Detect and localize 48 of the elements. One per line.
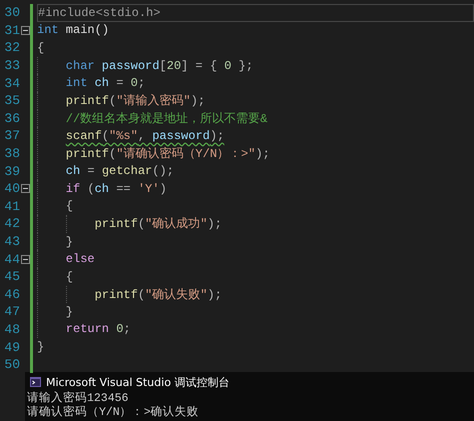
- line-number: 32: [3, 40, 20, 56]
- line-number: 50: [3, 357, 20, 372]
- line-number: 43: [3, 234, 20, 250]
- code-line: printf("确认成功");: [94, 216, 222, 232]
- code-line: }: [66, 304, 73, 319]
- line-number: 39: [3, 164, 20, 179]
- code-line: ch = getchar();: [66, 164, 174, 178]
- line-number: 44: [3, 252, 20, 267]
- code-line: printf("确认失败");: [94, 286, 222, 303]
- line-number: 35: [3, 93, 20, 108]
- line-number: 33: [3, 58, 20, 74]
- collapse-icon[interactable]: [20, 26, 30, 35]
- code-line: printf("请输入密码");: [66, 93, 206, 110]
- line-number: 37: [3, 128, 20, 144]
- code-line: int ch = 0;: [66, 76, 146, 90]
- code-line: else: [66, 252, 95, 266]
- code-line: scanf("%s", password);: [66, 128, 224, 143]
- console-title: Microsoft Visual Studio 调试控制台: [46, 374, 230, 390]
- code-line: {: [66, 199, 73, 214]
- code-line: {: [66, 270, 73, 284]
- line-number: 49: [3, 340, 20, 355]
- code-line: {: [37, 40, 44, 55]
- line-number: 41: [3, 198, 20, 214]
- code-line: #include<stdio.h>: [38, 6, 160, 20]
- line-number: 34: [3, 76, 20, 91]
- line-number: 30: [3, 5, 20, 20]
- line-number: 48: [3, 322, 20, 337]
- console-output-line: 请输入密码123456: [27, 392, 128, 405]
- line-number: 46: [3, 286, 20, 302]
- code-line: }: [66, 234, 73, 249]
- line-number: 40: [3, 181, 20, 196]
- code-line: printf("请确认密码（Y/N）：>");: [66, 146, 270, 162]
- collapse-icon[interactable]: [20, 184, 30, 194]
- line-number: 36: [3, 110, 20, 126]
- code-line: char password[20] = { 0 };: [66, 58, 254, 73]
- console-app-icon: [30, 377, 41, 387]
- line-number: 42: [3, 216, 20, 232]
- code-line: if (ch == 'Y'): [66, 182, 167, 196]
- code-line: }: [37, 340, 44, 354]
- collapse-icon[interactable]: [20, 254, 30, 264]
- code-line: int main(): [37, 23, 110, 38]
- line-number: 47: [3, 304, 20, 320]
- line-number: 45: [3, 269, 20, 284]
- line-number: 38: [3, 146, 20, 162]
- code-line: //数组名本身就是地址，所以不需要&: [66, 110, 268, 127]
- console-output-line: 请确认密码（Y/N）：>确认失败: [27, 406, 199, 420]
- code-line: return 0;: [66, 322, 131, 336]
- line-number: 31: [3, 22, 20, 38]
